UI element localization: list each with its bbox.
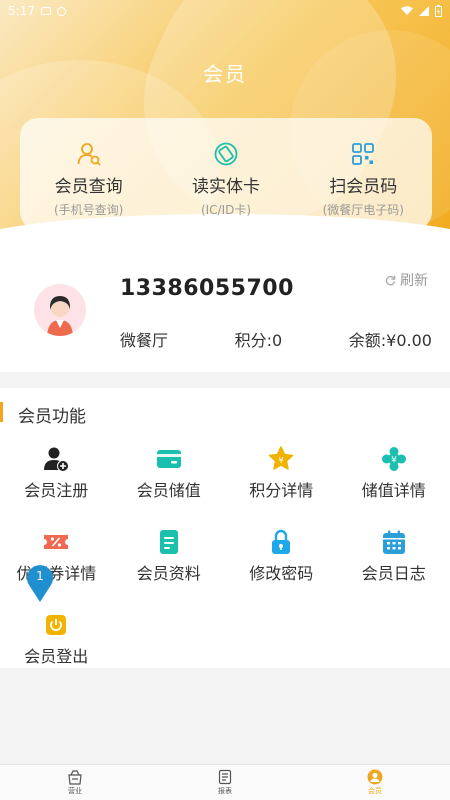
nav-label: 会员: [368, 787, 382, 795]
member-info-button[interactable]: 会员资料: [113, 529, 226, 584]
function-label: 会员登出: [24, 647, 89, 666]
business-icon: [68, 770, 82, 785]
status-time: 5:17: [8, 4, 35, 18]
points-value: 积分:0: [234, 331, 283, 350]
power-logout-icon: [46, 615, 67, 635]
quick-action-sub: (IC/ID卡): [200, 203, 252, 217]
quick-action-sub: (微餐厅电子码): [322, 203, 404, 217]
coupon-icon: [44, 535, 69, 549]
signal-icon: [419, 6, 429, 16]
member-phone: 13386055700: [120, 276, 294, 301]
refresh-icon: [385, 275, 396, 285]
marker-number: 1: [36, 569, 44, 583]
qr-scan-icon: [352, 143, 375, 165]
refresh-button[interactable]: 刷新: [385, 270, 428, 290]
wallet-card-icon: [156, 450, 181, 468]
member-profile-card: 13386055700 刷新 微餐厅 积分:0 余额:¥0.00: [0, 232, 450, 372]
store-name: 微餐厅: [120, 331, 169, 350]
quick-action-label: 读实体卡: [191, 177, 260, 197]
coupon-detail-button[interactable]: 优惠券详情: [0, 529, 113, 584]
function-label: 会员日志: [361, 564, 426, 583]
member-functions-section: 会员功能 会员注册 会员储值 ¥ 积分详情 ¥ 储值详情 优惠券详情 会员资料 …: [0, 388, 450, 668]
member-logout-button[interactable]: 会员登出: [0, 612, 113, 667]
function-label: 修改密码: [249, 564, 314, 583]
member-search-icon: [77, 143, 101, 166]
quick-actions-card: 会员查询 (手机号查询) 读实体卡 (IC/ID卡) 扫会员码 (微餐厅电子码): [20, 118, 432, 230]
nav-reports[interactable]: 报表: [150, 765, 300, 800]
settings-status-icon: [56, 6, 66, 16]
nav-label: 营业: [68, 787, 82, 795]
calendar-log-icon: [382, 530, 405, 554]
quick-action-sub: (手机号查询): [53, 203, 124, 217]
header-banner: 5:17 会员 会员查询 (手机号查询) 读实体卡 (IC/ID卡) 扫会员码 …: [0, 0, 450, 260]
map-pin-marker: 1: [26, 565, 54, 603]
function-label: 积分详情: [249, 481, 314, 500]
report-icon: [218, 769, 232, 785]
change-password-button[interactable]: 修改密码: [225, 529, 338, 584]
member-nav-icon: [367, 769, 383, 785]
function-label: 会员资料: [136, 564, 201, 583]
avatar: [34, 284, 86, 336]
notification-icon: [40, 7, 51, 15]
function-label: 储值详情: [361, 481, 426, 500]
section-title: 会员功能: [18, 407, 86, 427]
function-label: 会员注册: [24, 481, 89, 500]
points-detail-button[interactable]: ¥ 积分详情: [225, 446, 338, 501]
read-card-button[interactable]: 读实体卡 (IC/ID卡): [157, 118, 294, 230]
nav-label: 报表: [218, 787, 232, 795]
svg-text:¥: ¥: [279, 456, 284, 465]
nav-business[interactable]: 营业: [0, 765, 150, 800]
balance-value: 余额:¥0.00: [348, 331, 432, 350]
bottom-navigation: 营业 报表 会员: [0, 764, 450, 800]
section-accent-bar: [0, 402, 3, 422]
lock-icon: [272, 529, 291, 554]
female-avatar-icon: [34, 284, 86, 336]
card-read-icon: [214, 142, 238, 166]
stored-value-detail-button[interactable]: ¥ 储值详情: [338, 446, 450, 501]
function-label: 会员储值: [136, 481, 201, 500]
battery-icon: [435, 5, 442, 17]
user-add-icon: [44, 447, 70, 472]
points-star-icon: ¥: [269, 446, 294, 470]
svg-text:¥: ¥: [391, 456, 397, 466]
member-topup-button[interactable]: 会员储值: [113, 446, 226, 501]
member-profile-icon: [159, 530, 178, 554]
member-log-button[interactable]: 会员日志: [338, 529, 450, 584]
wifi-icon: [401, 6, 413, 15]
refresh-label: 刷新: [400, 273, 428, 289]
nav-member[interactable]: 会员: [300, 765, 450, 800]
scan-member-code-button[interactable]: 扫会员码 (微餐厅电子码): [295, 118, 432, 230]
stored-value-icon: ¥: [381, 447, 406, 471]
register-member-button[interactable]: 会员注册: [0, 446, 113, 501]
quick-action-label: 会员查询: [54, 177, 123, 197]
function-grid: 会员注册 会员储值 ¥ 积分详情 ¥ 储值详情 优惠券详情 会员资料 修改密码 …: [0, 446, 450, 667]
quick-action-label: 扫会员码: [329, 177, 398, 197]
page-title: 会员: [203, 62, 247, 86]
member-stats: 微餐厅 积分:0 余额:¥0.00: [120, 327, 432, 351]
status-bar: 5:17: [0, 0, 450, 22]
member-search-button[interactable]: 会员查询 (手机号查询): [20, 118, 157, 230]
